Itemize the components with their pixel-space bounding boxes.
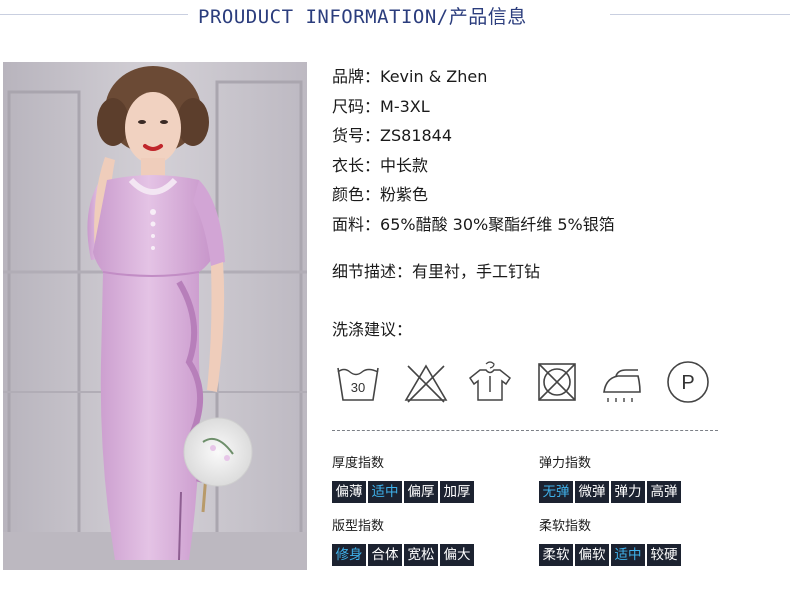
elasticity-index: 弹力指数 无弹 微弹 弹力 高弹 bbox=[539, 455, 683, 503]
info-label: 货号： bbox=[332, 126, 381, 145]
index-chip: 微弹 bbox=[575, 481, 609, 503]
info-row-brand: 品牌：Kevin & Zhen bbox=[332, 62, 772, 92]
index-chip: 宽松 bbox=[404, 544, 438, 566]
info-value: M-3XL bbox=[380, 96, 430, 116]
info-value: 中长款 bbox=[380, 155, 429, 175]
index-chip: 合体 bbox=[368, 544, 402, 566]
iron-icon bbox=[603, 369, 641, 402]
index-chip-selected: 适中 bbox=[611, 544, 645, 566]
wash-30-icon: 30 bbox=[337, 367, 379, 401]
hang-dry-icon bbox=[468, 361, 512, 401]
info-label: 尺码： bbox=[332, 96, 381, 116]
index-chip: 高弹 bbox=[647, 481, 681, 503]
section-title: PROUDUCT INFORMATION/产品信息 bbox=[198, 6, 527, 28]
dry-clean-letter: P bbox=[681, 372, 694, 394]
softness-index: 柔软指数 柔软 偏软 适中 较硬 bbox=[539, 518, 683, 566]
wash-temperature: 30 bbox=[351, 380, 365, 395]
index-chip: 柔软 bbox=[539, 544, 573, 566]
index-title: 版型指数 bbox=[332, 519, 385, 534]
header-rule-left bbox=[0, 14, 188, 15]
index-chip: 加厚 bbox=[440, 481, 474, 503]
info-label: 品牌： bbox=[332, 67, 381, 86]
index-title: 厚度指数 bbox=[332, 456, 385, 471]
index-chip: 偏大 bbox=[440, 544, 474, 566]
info-row-length: 衣长：中长款 bbox=[332, 151, 772, 181]
wash-advice-title: 洗涤建议： bbox=[332, 320, 413, 339]
index-chip-selected: 修身 bbox=[332, 544, 366, 566]
info-row-item-number: 货号：ZS81844 bbox=[332, 121, 772, 151]
header-rule-right bbox=[610, 14, 790, 15]
index-options: 柔软 偏软 适中 较硬 bbox=[539, 544, 683, 566]
index-chip-selected: 无弹 bbox=[539, 481, 573, 503]
no-tumble-dry-icon bbox=[538, 363, 576, 401]
info-value: 65%醋酸 30%聚酯纤维 5%银箔 bbox=[380, 214, 615, 234]
index-title: 柔软指数 bbox=[539, 519, 592, 534]
info-row-fabric: 面料：65%醋酸 30%聚酯纤维 5%银箔 bbox=[332, 210, 772, 240]
model-in-dress-illustration bbox=[3, 62, 307, 570]
dashed-divider bbox=[332, 430, 718, 431]
product-photo bbox=[3, 62, 307, 570]
info-value: Kevin & Zhen bbox=[380, 67, 488, 86]
product-info-list: 品牌：Kevin & Zhen 尺码：M-3XL 货号：ZS81844 衣长：中… bbox=[332, 62, 772, 239]
info-value: ZS81844 bbox=[380, 126, 453, 145]
info-row-size: 尺码：M-3XL bbox=[332, 92, 772, 122]
info-row-color: 颜色：粉紫色 bbox=[332, 180, 772, 210]
index-options: 无弹 微弹 弹力 高弹 bbox=[539, 481, 683, 503]
care-symbols: 30 P bbox=[334, 358, 714, 408]
index-chip-selected: 适中 bbox=[368, 481, 402, 503]
fit-index: 版型指数 修身 合体 宽松 偏大 bbox=[332, 518, 476, 566]
index-options: 偏薄 适中 偏厚 加厚 bbox=[332, 481, 476, 503]
info-label: 颜色： bbox=[332, 185, 381, 204]
index-chip: 弹力 bbox=[611, 481, 645, 503]
index-chip: 偏软 bbox=[575, 544, 609, 566]
info-label: 衣长： bbox=[332, 155, 381, 175]
index-title: 弹力指数 bbox=[539, 456, 592, 471]
professional-dry-clean-icon: P bbox=[667, 361, 709, 403]
index-chip: 偏薄 bbox=[332, 481, 366, 503]
index-chip: 偏厚 bbox=[404, 481, 438, 503]
detail-description: 细节描述：有里衬，手工钉钻 bbox=[332, 262, 541, 281]
no-bleach-icon bbox=[404, 364, 448, 403]
index-chip: 较硬 bbox=[647, 544, 681, 566]
index-options: 修身 合体 宽松 偏大 bbox=[332, 544, 476, 566]
info-value: 粉紫色 bbox=[380, 185, 429, 204]
info-label: 面料： bbox=[332, 214, 381, 234]
thickness-index: 厚度指数 偏薄 适中 偏厚 加厚 bbox=[332, 455, 476, 503]
